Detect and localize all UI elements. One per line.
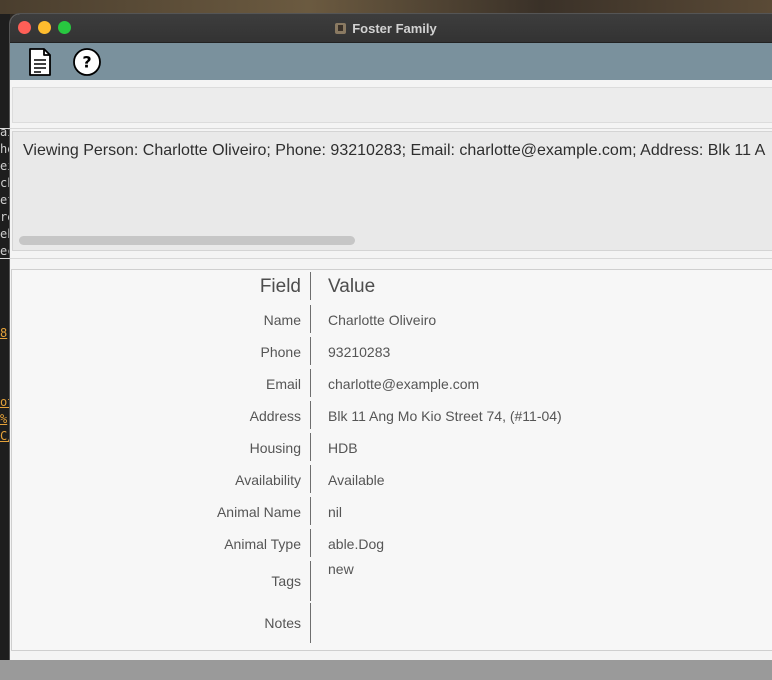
background-text: ec	[0, 244, 10, 258]
field-label: Name	[263, 312, 301, 328]
document-icon[interactable]	[25, 47, 55, 77]
background-text: re	[0, 210, 10, 224]
background-text: ch	[0, 176, 10, 190]
column-divider	[310, 305, 311, 333]
horizontal-scrollbar[interactable]	[19, 236, 355, 245]
field-value: charlotte@example.com	[328, 376, 480, 392]
column-divider	[310, 337, 311, 365]
column-divider	[310, 561, 311, 601]
field-label: Phone	[260, 344, 301, 360]
column-divider	[310, 369, 311, 397]
column-divider	[310, 401, 311, 429]
result-display[interactable]: Viewing Person: Charlotte Oliveiro; Phon…	[12, 131, 772, 251]
field-column-header: Field	[259, 276, 301, 297]
window-title-text: Foster Family	[352, 20, 437, 36]
column-divider	[310, 603, 311, 643]
background-link: C/	[0, 429, 10, 443]
field-value: 93210283	[328, 344, 391, 360]
background-text: he	[0, 142, 10, 156]
background-link: 8	[0, 326, 8, 340]
tag-value: new	[328, 561, 354, 577]
field-label: Address	[249, 408, 301, 424]
field-value: Blk 11 Ang Mo Kio Street 74, (#11-04)	[328, 408, 562, 424]
field-label: Animal Name	[216, 504, 301, 520]
status-bar	[0, 660, 772, 680]
column-divider	[310, 529, 311, 557]
field-label: Tags	[271, 573, 301, 589]
column-divider	[310, 433, 311, 461]
value-column-header: Value	[328, 276, 376, 297]
command-input[interactable]	[12, 87, 772, 123]
column-divider	[310, 465, 311, 493]
field-value: Available	[328, 472, 385, 488]
column-divider	[310, 272, 311, 300]
person-details-panel: Field Value Name Charlotte Oliveiro Phon…	[11, 269, 772, 651]
field-value: able.Dog	[328, 536, 385, 552]
help-icon[interactable]: ?	[72, 47, 102, 77]
background-text: eb	[0, 227, 10, 241]
field-label: Housing	[249, 440, 301, 456]
svg-text:?: ?	[82, 53, 91, 72]
background-link: ot	[0, 395, 10, 409]
field-value: Charlotte Oliveiro	[328, 312, 437, 328]
field-label: Availability	[235, 472, 301, 488]
divider	[0, 258, 772, 259]
desktop-background	[0, 0, 772, 14]
background-window-edge: ai he ei ch ef re eb ec 8 ot % C/	[0, 14, 10, 668]
background-text: ef	[0, 193, 10, 207]
field-label: Animal Type	[224, 536, 301, 552]
column-divider	[310, 497, 311, 525]
field-label: Email	[265, 376, 301, 392]
toolbar: ?	[10, 43, 772, 80]
field-label: Notes	[264, 615, 301, 631]
app-icon	[335, 22, 347, 34]
background-link: %	[0, 412, 8, 426]
field-value: nil	[328, 504, 343, 520]
divider	[0, 128, 772, 129]
result-text: Viewing Person: Charlotte Oliveiro; Phon…	[23, 142, 766, 159]
field-value: HDB	[328, 440, 358, 456]
window-title: Foster Family	[0, 14, 772, 42]
background-text: ei	[0, 159, 10, 173]
